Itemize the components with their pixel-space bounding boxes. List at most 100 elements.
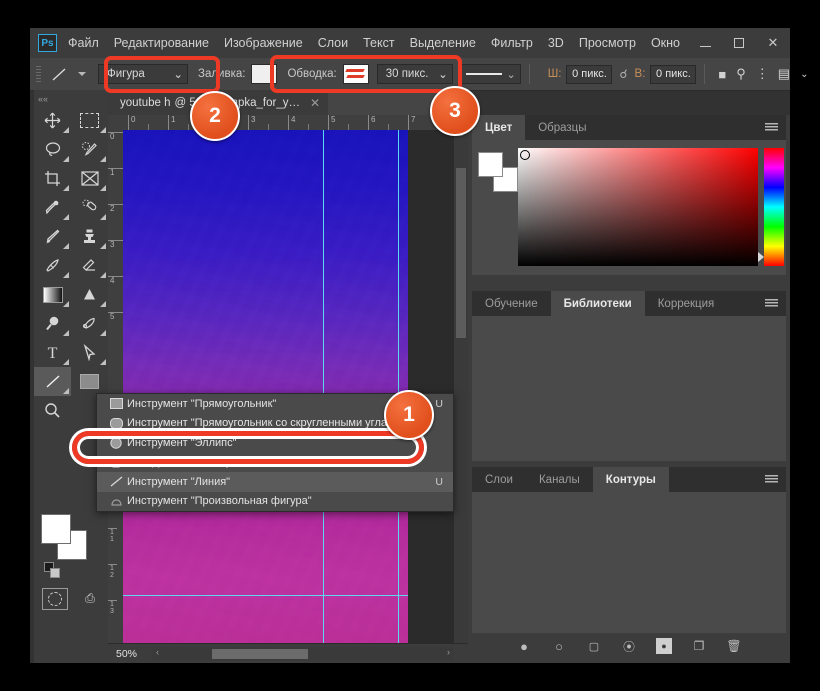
tab-color[interactable]: Цвет [472, 115, 525, 140]
path-selection-tool-button[interactable] [71, 338, 108, 367]
eyedropper-tool-button[interactable] [34, 193, 71, 222]
ruler-tick: 11 [108, 528, 117, 564]
history-brush-tool-button[interactable] [34, 251, 71, 280]
menu-item-3d[interactable]: 3D [548, 36, 564, 50]
eraser-tool-button[interactable] [71, 251, 108, 280]
libraries-panel-group: Обучение Библиотеки Коррекция [472, 291, 786, 461]
maximize-button[interactable] [722, 28, 756, 58]
line-tool-icon[interactable] [46, 63, 72, 85]
add-mask-icon[interactable]: ● [656, 638, 672, 654]
fill-path-icon[interactable]: ● [516, 638, 532, 654]
highlight-shape-mode [104, 56, 220, 93]
menu-item-image[interactable]: Изображение [224, 36, 303, 50]
flyout-item-line[interactable]: Инструмент "Линия" U [97, 472, 453, 492]
type-tool-button[interactable]: T [34, 338, 71, 367]
tab-learn[interactable]: Обучение [472, 291, 551, 316]
width-input[interactable]: 0 пикс. [566, 65, 612, 84]
default-colors-icon[interactable] [44, 562, 62, 580]
vertical-scrollbar-thumb[interactable] [456, 168, 466, 338]
document-tab-bar: youtube h @ 50% (shapka_for_y… ✕ [108, 90, 468, 115]
dodge-tool-button[interactable] [34, 309, 71, 338]
path-arrangement-icon[interactable]: ⋮ [756, 66, 768, 82]
paths-panel-body[interactable] [472, 492, 786, 633]
color-panel-group: Цвет Образцы [472, 115, 786, 285]
tab-paths[interactable]: Контуры [593, 467, 669, 492]
panel-menu-icon[interactable] [765, 123, 778, 132]
stroke-style-select[interactable]: ⌄ [461, 64, 521, 84]
toolbox-grip[interactable]: «« [38, 95, 104, 102]
gradient-tool-button[interactable] [34, 280, 71, 309]
menu-item-filter[interactable]: Фильтр [491, 36, 533, 50]
tab-channels[interactable]: Каналы [526, 467, 593, 492]
menu-item-window[interactable]: Окно [651, 36, 680, 50]
brush-tool-button[interactable] [34, 222, 71, 251]
document-canvas[interactable] [123, 130, 450, 649]
horizontal-scrollbar[interactable]: ‹ › [152, 647, 454, 661]
zoom-tool-button[interactable] [34, 396, 71, 425]
menu-item-text[interactable]: Текст [363, 36, 394, 50]
path-options-icon[interactable]: ▤ [778, 66, 790, 82]
tab-layers[interactable]: Слои [472, 467, 526, 492]
line-shape-tool-button[interactable] [34, 367, 71, 396]
frame-tool-button[interactable] [71, 164, 108, 193]
make-work-path-icon[interactable]: ⦿ [621, 638, 637, 654]
flyout-item-label: Инструмент "Прямоугольник" [127, 398, 276, 410]
artwork-image [123, 130, 408, 649]
menu-item-select[interactable]: Выделение [410, 36, 476, 50]
delete-path-icon[interactable]: 🗑 [726, 638, 742, 654]
marquee-tool-button[interactable] [71, 106, 108, 135]
zoom-level[interactable]: 50% [116, 648, 152, 660]
pen-tool-button[interactable] [71, 309, 108, 338]
canvas-area: 0 1 2 3 4 5 6 7 0 1 2 3 4 5 10 11 12 13 [108, 115, 468, 663]
hue-slider[interactable] [764, 148, 784, 266]
stroke-path-icon[interactable]: ○ [551, 638, 567, 654]
color-swatches [41, 514, 87, 560]
color-spectrum-field[interactable] [518, 148, 758, 266]
horizontal-scrollbar-thumb[interactable] [212, 649, 308, 659]
foreground-color-chip[interactable] [478, 152, 503, 177]
crop-tool-button[interactable] [34, 164, 71, 193]
healing-brush-tool-button[interactable] [71, 193, 108, 222]
tab-adjustments[interactable]: Коррекция [645, 291, 728, 316]
flyout-item-custom-shape[interactable]: Инструмент "Произвольная фигура" [97, 492, 453, 512]
screen-mode-icon[interactable]: ⎙ [78, 588, 102, 608]
hand-tool-button[interactable] [71, 367, 108, 396]
quick-selection-tool-button[interactable] [71, 135, 108, 164]
flyout-item-label: Инструмент "Произвольная фигура" [127, 495, 312, 507]
menu-item-edit[interactable]: Редактирование [114, 36, 209, 50]
options-bar-grip[interactable] [36, 66, 41, 82]
ruler-tick: 13 [108, 600, 117, 636]
lasso-tool-button[interactable] [34, 135, 71, 164]
minimize-button[interactable] [688, 28, 722, 58]
panel-menu-icon[interactable] [765, 475, 778, 484]
panel-menu-icon[interactable] [765, 299, 778, 308]
height-input[interactable]: 0 пикс. [650, 65, 696, 84]
path-operations-icon[interactable]: ■ [718, 67, 726, 82]
stroke-style-preview [466, 73, 502, 75]
vertical-scrollbar[interactable]: ⌃ ⌄ [454, 130, 468, 649]
flyout-item-shortcut: U [435, 398, 443, 410]
flyout-item-shortcut: U [435, 476, 443, 488]
clone-stamp-tool-button[interactable] [71, 222, 108, 251]
chain-link-icon[interactable]: ☌ [619, 67, 627, 81]
quick-mask-icon[interactable] [42, 588, 68, 610]
menu-item-layers[interactable]: Слои [318, 36, 348, 50]
libraries-panel-body[interactable] [472, 316, 786, 461]
tab-libraries[interactable]: Библиотеки [551, 291, 645, 316]
scroll-left-icon[interactable]: ‹ [156, 647, 159, 657]
scroll-right-icon[interactable]: › [447, 647, 450, 657]
close-icon[interactable]: ✕ [310, 96, 320, 110]
path-alignment-icon[interactable]: ⚲ [736, 66, 746, 82]
blur-tool-button[interactable] [71, 280, 108, 309]
menu-item-view[interactable]: Просмотр [579, 36, 636, 50]
tab-swatches[interactable]: Образцы [525, 115, 599, 140]
tool-preset-chevron-down-icon[interactable] [78, 72, 86, 76]
new-path-icon[interactable]: ❐ [691, 638, 707, 654]
close-button[interactable]: ✕ [756, 28, 790, 58]
load-selection-icon[interactable]: ▢ [586, 638, 602, 654]
ruler-tick: 7 [408, 115, 415, 130]
foreground-color-swatch[interactable] [41, 514, 71, 544]
menu-item-file[interactable]: Файл [68, 36, 99, 50]
move-tool-button[interactable] [34, 106, 71, 135]
chevron-down-icon[interactable]: ⌄ [800, 69, 808, 80]
